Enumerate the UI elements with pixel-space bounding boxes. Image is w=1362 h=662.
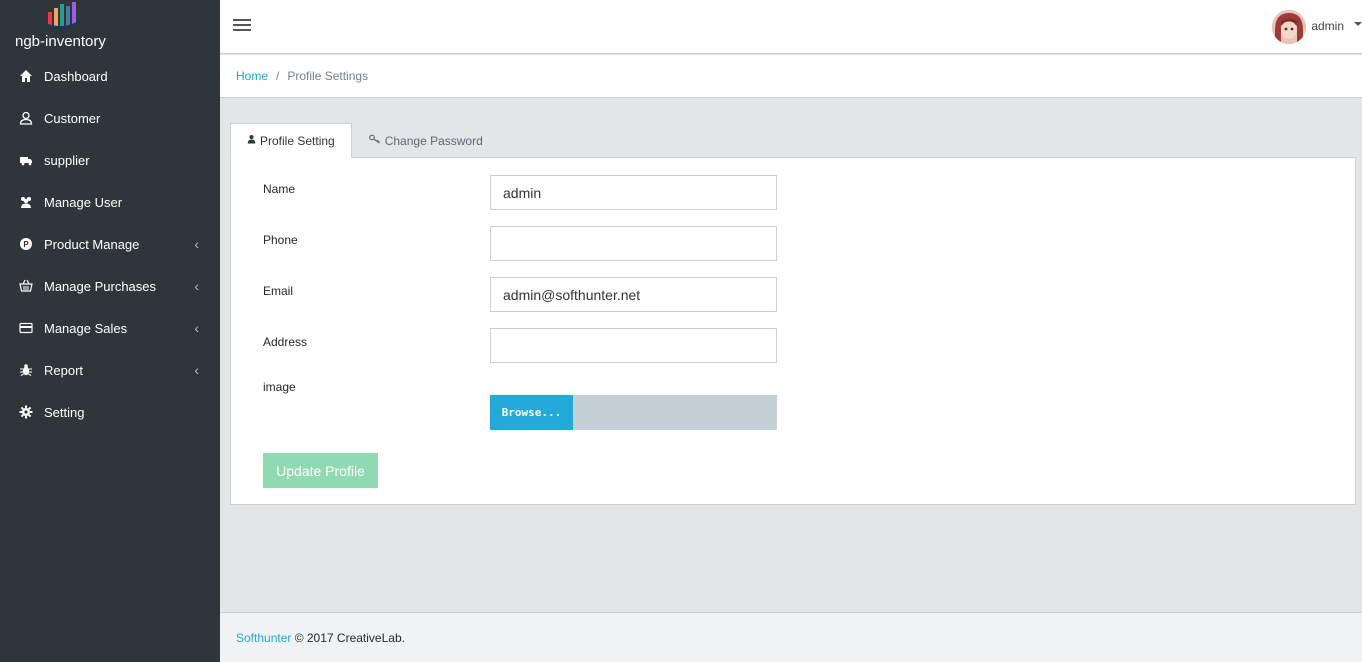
name-label: Name — [263, 182, 296, 196]
avatar[interactable] — [1272, 10, 1306, 44]
home-icon — [18, 68, 34, 84]
sidebar-item-label: Manage User — [44, 194, 123, 210]
sidebar-item-label: Customer — [44, 110, 101, 126]
bar-chart-logo-icon — [43, 2, 81, 29]
phone-label: Phone — [263, 233, 298, 247]
svg-text:P: P — [23, 240, 29, 249]
footer-link[interactable]: Softhunter — [236, 631, 291, 645]
sidebar: ngb-inventory Dashboard Customer supplie… — [0, 0, 220, 662]
tab-label: Profile Setting — [260, 133, 335, 148]
breadcrumb: Home / Profile Settings — [220, 55, 1362, 98]
sidebar-item-label: Product Manage — [44, 236, 140, 252]
image-file-input[interactable]: Browse... — [490, 395, 777, 430]
footer: Softhunter © 2017 CreativeLab. — [220, 612, 1362, 662]
profile-tabs: Profile Setting Change Password — [230, 123, 500, 158]
profile-form-panel: Name Phone Email Address image Browse...… — [230, 157, 1356, 505]
breadcrumb-home-link[interactable]: Home — [236, 69, 268, 83]
chevron-left-icon: ‹ — [194, 278, 199, 294]
breadcrumb-current: Profile Settings — [287, 69, 369, 83]
tab-label: Change Password — [384, 133, 483, 148]
breadcrumb-separator: / — [276, 69, 280, 83]
sidebar-item-report[interactable]: Report ‹ — [0, 349, 220, 391]
brand[interactable]: ngb-inventory — [0, 0, 220, 55]
sidebar-item-setting[interactable]: Setting — [0, 391, 220, 433]
email-input[interactable] — [490, 277, 777, 312]
tab-change-password[interactable]: Change Password — [352, 123, 500, 158]
sidebar-item-label: Report — [44, 362, 84, 378]
basket-icon — [18, 278, 34, 294]
tab-profile-setting[interactable]: Profile Setting — [230, 123, 352, 158]
address-input[interactable] — [490, 328, 777, 363]
image-label: image — [263, 380, 296, 394]
hamburger-menu-icon[interactable] — [233, 16, 251, 36]
user-icon — [18, 110, 34, 126]
caret-down-icon[interactable] — [1354, 22, 1362, 26]
chevron-left-icon: ‹ — [194, 320, 199, 336]
sidebar-item-product-manage[interactable]: P Product Manage ‹ — [0, 223, 220, 265]
user-name[interactable]: admin — [1311, 19, 1344, 33]
truck-icon — [18, 152, 34, 168]
credit-card-icon — [18, 320, 34, 336]
gear-icon — [18, 404, 34, 420]
sidebar-item-manage-purchases[interactable]: Manage Purchases ‹ — [0, 265, 220, 307]
user-icon — [247, 134, 256, 147]
product-icon: P — [18, 236, 34, 252]
sidebar-item-manage-user[interactable]: Manage User — [0, 181, 220, 223]
address-label: Address — [263, 335, 308, 349]
key-icon — [368, 134, 381, 147]
chevron-left-icon: ‹ — [194, 236, 199, 252]
sidebar-item-label: Dashboard — [44, 68, 108, 84]
brand-name: ngb-inventory — [15, 33, 106, 50]
email-label: Email — [263, 284, 294, 298]
sidebar-item-label: supplier — [44, 152, 90, 168]
top-header: admin — [220, 0, 1362, 54]
sidebar-item-label: Manage Sales — [44, 320, 128, 336]
sidebar-item-manage-sales[interactable]: Manage Sales ‹ — [0, 307, 220, 349]
sidebar-item-customer[interactable]: Customer — [0, 97, 220, 139]
sidebar-item-label: Manage Purchases — [44, 278, 157, 294]
bug-icon — [18, 362, 34, 378]
sidebar-item-label: Setting — [44, 404, 85, 420]
footer-text: © 2017 CreativeLab. — [291, 631, 405, 645]
users-icon — [18, 194, 34, 210]
update-profile-button[interactable]: Update Profile — [263, 453, 378, 488]
phone-input[interactable] — [490, 226, 777, 261]
sidebar-item-supplier[interactable]: supplier — [0, 139, 220, 181]
chevron-left-icon: ‹ — [194, 362, 199, 378]
browse-button[interactable]: Browse... — [490, 395, 573, 430]
name-input[interactable] — [490, 175, 777, 210]
sidebar-item-dashboard[interactable]: Dashboard — [0, 55, 220, 97]
